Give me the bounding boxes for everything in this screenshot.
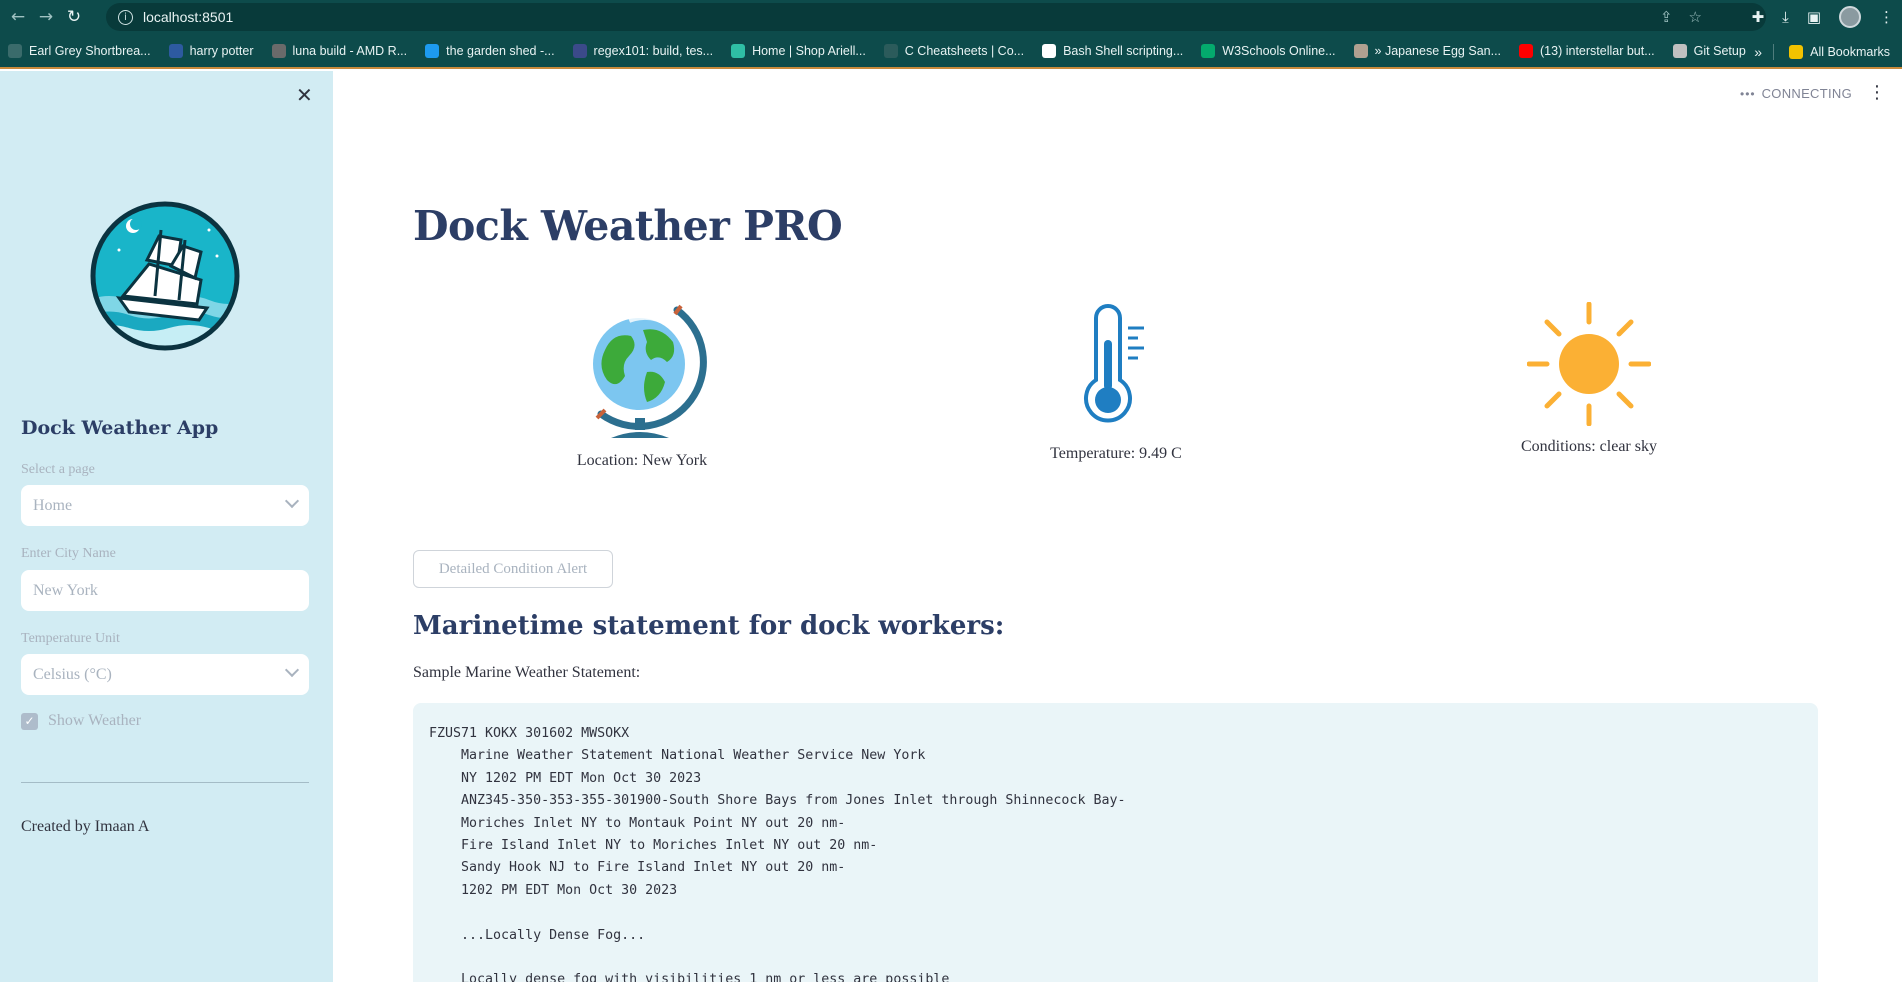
app-title: Dock Weather App bbox=[21, 417, 219, 439]
app-menu-icon[interactable]: ⋮ bbox=[1868, 82, 1886, 103]
bookmark-favicon-icon bbox=[883, 43, 898, 58]
show-weather-label: Show Weather bbox=[48, 712, 142, 729]
show-weather-checkbox[interactable]: ✓ Show Weather bbox=[21, 712, 141, 730]
bookmarks-overflow-icon[interactable]: » bbox=[1754, 34, 1762, 69]
unit-select-label: Temperature Unit bbox=[21, 631, 120, 646]
extensions-icon[interactable]: ✚ bbox=[1752, 8, 1765, 26]
bookmarks-bar: Earl Grey Shortbrea... harry potter luna b… bbox=[0, 34, 1902, 69]
star-icon[interactable]: ☆ bbox=[1689, 8, 1702, 26]
browser-menu-icon[interactable]: ⋮ bbox=[1879, 8, 1894, 26]
created-by-text: Created by Imaan A bbox=[21, 818, 150, 835]
bookmark-item[interactable]: luna build - AMD R... bbox=[271, 43, 408, 58]
connection-status: ••• CONNECTING bbox=[1740, 86, 1852, 101]
sidebar: ✕ Dock Weather App Select a page Home En… bbox=[0, 71, 333, 982]
bookmark-favicon-icon bbox=[1672, 43, 1687, 58]
page-select-label: Select a page bbox=[21, 462, 95, 477]
browser-actions: ✚ ⤓ ▣ ⋮ bbox=[1752, 0, 1894, 34]
marine-statement-code-block: FZUS71 KOKX 301602 MWSOKX Marine Weather… bbox=[413, 703, 1818, 982]
site-info-icon[interactable]: i bbox=[118, 9, 133, 25]
globe-icon bbox=[593, 304, 707, 438]
bookmark-list: Earl Grey Shortbrea... harry potter luna b… bbox=[8, 43, 1764, 58]
reload-icon[interactable]: ↻ bbox=[60, 0, 88, 34]
section-title: Marinetime statement for dock workers: bbox=[413, 611, 1005, 641]
temperature-metric: Temperature: 9.49 C bbox=[994, 302, 1238, 463]
bookmark-label: Git Setup bbox=[1693, 43, 1746, 58]
bookmark-item[interactable]: » Japanese Egg San... bbox=[1353, 43, 1502, 58]
download-icon[interactable]: ⤓ bbox=[1782, 8, 1789, 26]
bookmark-favicon-icon bbox=[1519, 43, 1534, 58]
bookmark-item[interactable]: regex101: build, tes... bbox=[572, 43, 714, 58]
forward-icon[interactable]: → bbox=[32, 0, 60, 34]
page-select-value: Home bbox=[33, 496, 73, 514]
bookmark-label: regex101: build, tes... bbox=[593, 43, 714, 58]
bookmark-favicon-icon bbox=[168, 43, 183, 58]
back-icon[interactable]: ← bbox=[4, 0, 32, 34]
folder-icon bbox=[1789, 44, 1804, 59]
side-panel-icon[interactable]: ▣ bbox=[1807, 8, 1821, 26]
bookmark-label: » Japanese Egg San... bbox=[1374, 43, 1502, 58]
bookmark-label: harry potter bbox=[189, 43, 254, 58]
bookmark-label: Home | Shop Ariell... bbox=[752, 43, 866, 58]
bookmarks-divider bbox=[1773, 44, 1774, 60]
all-bookmarks[interactable]: All Bookmarks bbox=[1789, 34, 1890, 69]
address-bar[interactable]: i localhost:8501 bbox=[106, 3, 1766, 31]
address-bar-actions: ⇪ ☆ bbox=[1660, 0, 1702, 34]
bookmark-item[interactable]: harry potter bbox=[168, 43, 254, 58]
temperature-text: Temperature: 9.49 C bbox=[1050, 445, 1182, 462]
bookmark-favicon-icon bbox=[1201, 43, 1216, 58]
bookmark-favicon-icon bbox=[1353, 43, 1368, 58]
bookmark-favicon-icon bbox=[572, 43, 587, 58]
profile-avatar[interactable] bbox=[1839, 6, 1861, 28]
page-select[interactable]: Home bbox=[21, 485, 309, 526]
bookmark-item[interactable]: Git Setup bbox=[1672, 43, 1746, 58]
bookmark-label: C Cheatsheets | Co... bbox=[904, 43, 1025, 58]
bookmark-label: Earl Grey Shortbrea... bbox=[29, 43, 151, 58]
bookmark-favicon-icon bbox=[1042, 43, 1057, 58]
thermometer-icon bbox=[1084, 304, 1144, 423]
checkmark-icon[interactable]: ✓ bbox=[21, 712, 38, 730]
url-text[interactable]: localhost:8501 bbox=[143, 9, 233, 25]
conditions-metric: Conditions: clear sky bbox=[1467, 302, 1711, 456]
bookmark-favicon-icon bbox=[8, 43, 22, 58]
status-dots-icon: ••• bbox=[1740, 86, 1756, 101]
bookmark-item[interactable]: Earl Grey Shortbrea... bbox=[8, 43, 151, 58]
bookmark-favicon-icon bbox=[271, 43, 286, 58]
bookmark-item[interactable]: the garden shed -... bbox=[425, 43, 555, 58]
bookmark-label: Bash Shell scripting... bbox=[1063, 43, 1184, 58]
unit-select[interactable]: Celsius (°C) bbox=[21, 654, 309, 695]
sidebar-divider bbox=[21, 782, 309, 783]
close-icon[interactable]: ✕ bbox=[296, 83, 313, 107]
bookmark-label: the garden shed -... bbox=[446, 43, 555, 58]
bookmark-favicon-icon bbox=[731, 43, 746, 58]
status-text: CONNECTING bbox=[1761, 86, 1852, 101]
detailed-condition-alert-button[interactable]: Detailed Condition Alert bbox=[413, 550, 613, 588]
share-icon[interactable]: ⇪ bbox=[1660, 8, 1673, 26]
page-title: Dock Weather PRO bbox=[413, 202, 843, 250]
bookmark-label: (13) interstellar but... bbox=[1540, 43, 1655, 58]
unit-select-value: Celsius (°C) bbox=[33, 665, 112, 683]
bookmark-item[interactable]: C Cheatsheets | Co... bbox=[883, 43, 1025, 58]
location-text: Location: New York bbox=[576, 452, 708, 469]
bookmark-item[interactable]: (13) interstellar but... bbox=[1519, 43, 1655, 58]
bookmark-item[interactable]: Home | Shop Ariell... bbox=[731, 43, 866, 58]
bookmark-favicon-icon bbox=[425, 43, 440, 58]
conditions-text: Conditions: clear sky bbox=[1521, 438, 1657, 455]
ship-logo-icon bbox=[90, 201, 240, 351]
location-metric: Location: New York bbox=[520, 302, 764, 470]
browser-toolbar: ← → ↻ i localhost:8501 ⇪ ☆ ✚ ⤓ ▣ ⋮ bbox=[0, 0, 1902, 34]
bookmark-label: W3Schools Online... bbox=[1222, 43, 1336, 58]
city-input-placeholder: New York bbox=[33, 581, 98, 599]
chevron-down-icon bbox=[284, 662, 300, 678]
sun-icon bbox=[1527, 302, 1651, 426]
bookmark-label: luna build - AMD R... bbox=[292, 43, 408, 58]
chevron-down-icon bbox=[284, 493, 300, 509]
city-input-label: Enter City Name bbox=[21, 546, 116, 561]
bookmark-item[interactable]: Bash Shell scripting... bbox=[1042, 43, 1184, 58]
sample-statement-label: Sample Marine Weather Statement: bbox=[413, 664, 641, 681]
city-input[interactable]: New York bbox=[21, 570, 309, 611]
all-bookmarks-label: All Bookmarks bbox=[1810, 44, 1890, 59]
bookmark-item[interactable]: W3Schools Online... bbox=[1201, 43, 1336, 58]
